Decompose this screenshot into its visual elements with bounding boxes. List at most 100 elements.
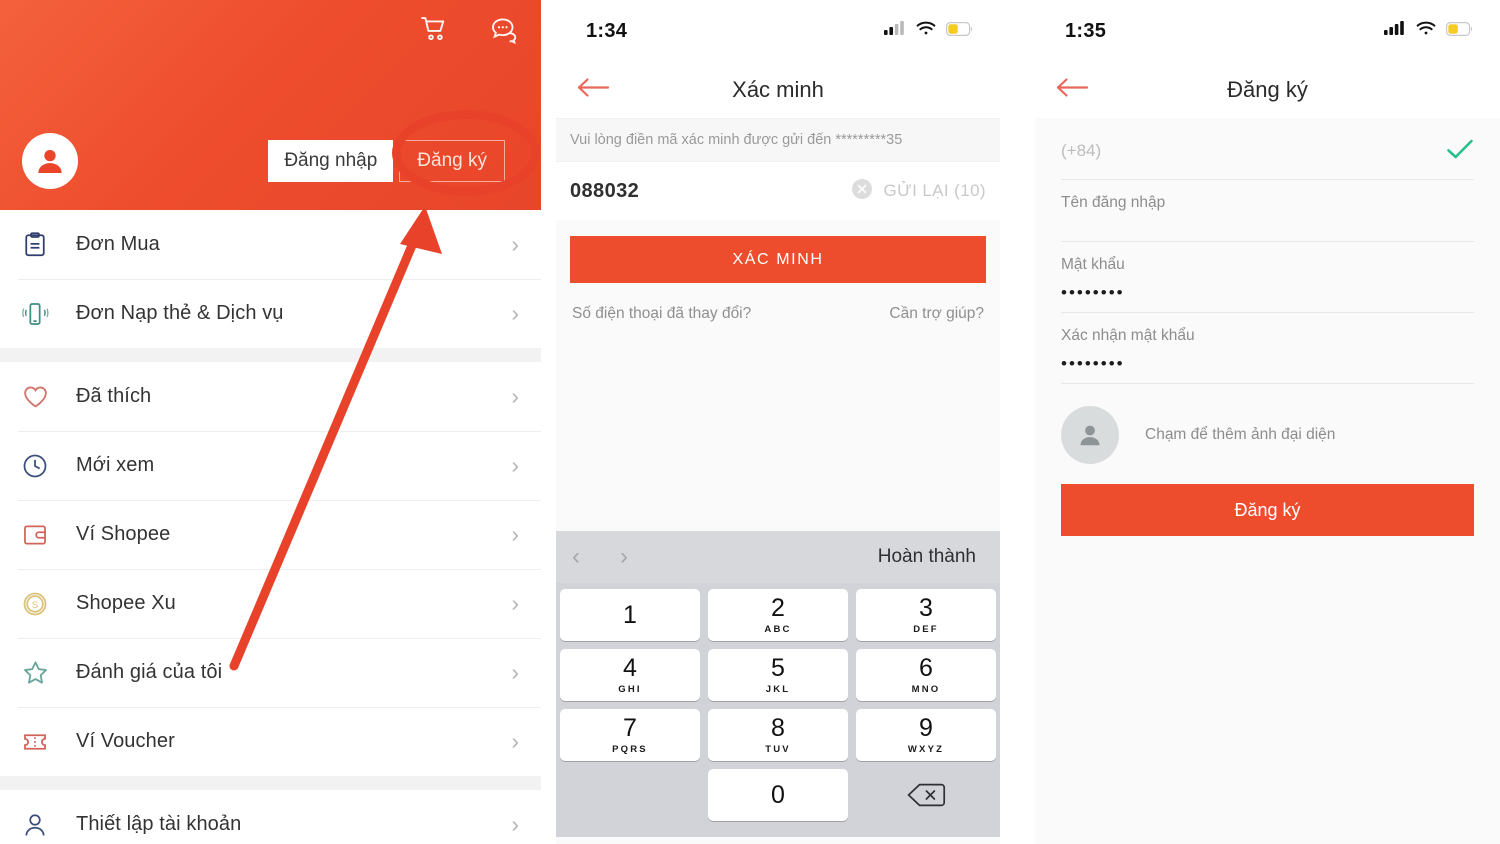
need-help-link[interactable]: Cần trợ giúp? — [889, 305, 984, 323]
key-letters: MNO — [911, 683, 941, 695]
menu-item-label: Mới xem — [76, 454, 155, 476]
key-4[interactable]: 4 GHI — [560, 649, 700, 701]
numeric-keypad: 1 2 ABC 3 DEF 4 GHI 5 JKL 6 MNO 7 PQRS 8… — [556, 583, 1000, 837]
panel-account-menu: Đăng nhập Đăng ký Đơn Mua › Đơn Nạp thẻ … — [0, 0, 541, 844]
keypad-row: 4 GHI 5 JKL 6 MNO — [560, 649, 996, 701]
phone-changed-link[interactable]: Số điện thoại đã thay đổi? — [572, 305, 751, 323]
key-6[interactable]: 6 MNO — [856, 649, 996, 701]
key-number: 5 — [771, 653, 785, 682]
keyboard-done-button[interactable]: Hoàn thành — [878, 546, 984, 568]
verification-code-input[interactable]: 088032 — [570, 180, 639, 203]
menu-item-label: Ví Voucher — [76, 730, 175, 752]
menu-item-moi-xem[interactable]: Mới xem › — [0, 431, 541, 500]
battery-low-power-icon — [946, 21, 974, 41]
verification-links: Số điện thoại đã thay đổi? Cần trợ giúp? — [570, 283, 986, 323]
list-divider-band — [0, 776, 541, 790]
chevron-right-icon: › — [511, 728, 519, 754]
star-icon — [18, 656, 52, 690]
key-letters: TUV — [765, 743, 791, 755]
confirm-password-field[interactable]: Xác nhận mật khẩu •••••••• — [1061, 313, 1474, 384]
key-number: 6 — [919, 653, 933, 682]
screenshot-stage: Đăng nhập Đăng ký Đơn Mua › Đơn Nạp thẻ … — [0, 0, 1500, 844]
menu-item-nap-the[interactable]: Đơn Nạp thẻ & Dịch vụ › — [0, 279, 541, 348]
key-7[interactable]: 7 PQRS — [560, 709, 700, 761]
person-placeholder-icon — [1061, 406, 1119, 464]
key-letters: DEF — [913, 623, 939, 635]
status-time: 1:34 — [586, 19, 628, 42]
keypad-row: 1 2 ABC 3 DEF — [560, 589, 996, 641]
login-button[interactable]: Đăng nhập — [268, 140, 394, 182]
mobile-topup-icon — [18, 297, 52, 331]
clipboard-icon — [18, 228, 52, 262]
key-0[interactable]: 0 — [708, 769, 848, 821]
password-label: Mật khẩu — [1061, 256, 1125, 273]
keyboard-accessory-bar: ‹ › Hoàn thành — [556, 531, 1000, 583]
code-row-actions: GỬI LẠI (10) — [851, 178, 986, 205]
menu-item-don-mua[interactable]: Đơn Mua › — [0, 210, 541, 279]
chevron-right-icon: › — [511, 383, 519, 409]
password-value: •••••••• — [1061, 283, 1125, 302]
back-arrow-icon[interactable] — [576, 77, 610, 104]
verification-hint: Vui lòng điền mã xác minh được gửi đến *… — [556, 118, 1000, 162]
chevron-right-icon: › — [511, 521, 519, 547]
key-5[interactable]: 5 JKL — [708, 649, 848, 701]
cart-icon[interactable] — [419, 14, 449, 44]
key-3[interactable]: 3 DEF — [856, 589, 996, 641]
menu-item-label: Đơn Nạp thẻ & Dịch vụ — [76, 302, 284, 324]
keypad-row: 7 PQRS 8 TUV 9 WXYZ — [560, 709, 996, 761]
menu-item-thiet-lap-tai-khoan[interactable]: Thiết lập tài khoản › — [0, 790, 541, 844]
key-1[interactable]: 1 — [560, 589, 700, 641]
page-title: Đăng ký — [1227, 77, 1308, 102]
key-number: 2 — [771, 593, 785, 622]
key-8[interactable]: 8 TUV — [708, 709, 848, 761]
avatar-upload-hint: Chạm để thêm ảnh đại diện — [1145, 426, 1336, 443]
clear-circle-icon[interactable] — [851, 178, 873, 205]
back-arrow-icon[interactable] — [1055, 77, 1089, 104]
chevron-right-icon[interactable]: › — [620, 543, 668, 571]
green-check-icon — [1446, 138, 1474, 165]
username-field[interactable]: Tên đăng nhập — [1061, 180, 1474, 242]
chevron-left-icon[interactable]: ‹ — [572, 543, 620, 571]
menu-item-label: Đơn Mua — [76, 233, 160, 255]
key-2[interactable]: 2 ABC — [708, 589, 848, 641]
key-letters: WXYZ — [907, 743, 945, 755]
menu-item-shopee-xu[interactable]: S Shopee Xu › — [0, 569, 541, 638]
panel-verification: 1:34 Xác minh Vui lòng điền mã xác minh … — [556, 0, 1000, 844]
avatar-upload-row[interactable]: Chạm để thêm ảnh đại diện — [1061, 384, 1474, 484]
backspace-icon[interactable] — [856, 769, 996, 821]
key-number: 3 — [919, 593, 933, 622]
wifi-icon — [916, 21, 936, 41]
verify-button[interactable]: XÁC MINH — [570, 236, 986, 283]
confirm-password-label: Xác nhận mật khẩu — [1061, 327, 1195, 344]
menu-item-danh-gia[interactable]: Đánh giá của tôi › — [0, 638, 541, 707]
panel-signup: 1:35 Đăng ký (+84) Tên đăng nhập Mật khẩ… — [1035, 0, 1500, 844]
signup-form: (+84) Tên đăng nhập Mật khẩu •••••••• Xá… — [1035, 118, 1500, 536]
password-field[interactable]: Mật khẩu •••••••• — [1061, 242, 1474, 313]
key-number: 9 — [919, 713, 933, 742]
page-title: Xác minh — [732, 77, 824, 102]
user-avatar-icon[interactable] — [22, 133, 78, 189]
menu-item-vi-shopee[interactable]: Ví Shopee › — [0, 500, 541, 569]
menu-item-da-thich[interactable]: Đã thích › — [0, 362, 541, 431]
header-icon-group — [419, 14, 519, 45]
account-header: Đăng nhập Đăng ký — [0, 0, 541, 210]
list-divider-band — [0, 348, 541, 362]
register-button[interactable]: Đăng ký — [399, 140, 505, 182]
chat-bubble-icon[interactable] — [489, 14, 519, 45]
username-label: Tên đăng nhập — [1061, 194, 1166, 211]
content-spacer — [556, 323, 1000, 531]
nav-bar: Xác minh — [556, 62, 1000, 118]
clock-icon — [18, 449, 52, 483]
menu-item-label: Shopee Xu — [76, 592, 176, 614]
chevron-right-icon: › — [511, 452, 519, 478]
key-9[interactable]: 9 WXYZ — [856, 709, 996, 761]
verification-body: XÁC MINH Số điện thoại đã thay đổi? Cần … — [556, 220, 1000, 323]
signup-submit-button[interactable]: Đăng ký — [1061, 484, 1474, 536]
resend-code-button[interactable]: GỬI LẠI (10) — [884, 181, 986, 201]
phone-placeholder: (+84) — [1061, 141, 1102, 160]
phone-field[interactable]: (+84) — [1061, 118, 1474, 180]
menu-item-vi-voucher[interactable]: Ví Voucher › — [0, 707, 541, 776]
menu-item-label: Ví Shopee — [76, 523, 171, 545]
person-icon — [18, 808, 52, 842]
chevron-right-icon: › — [511, 659, 519, 685]
